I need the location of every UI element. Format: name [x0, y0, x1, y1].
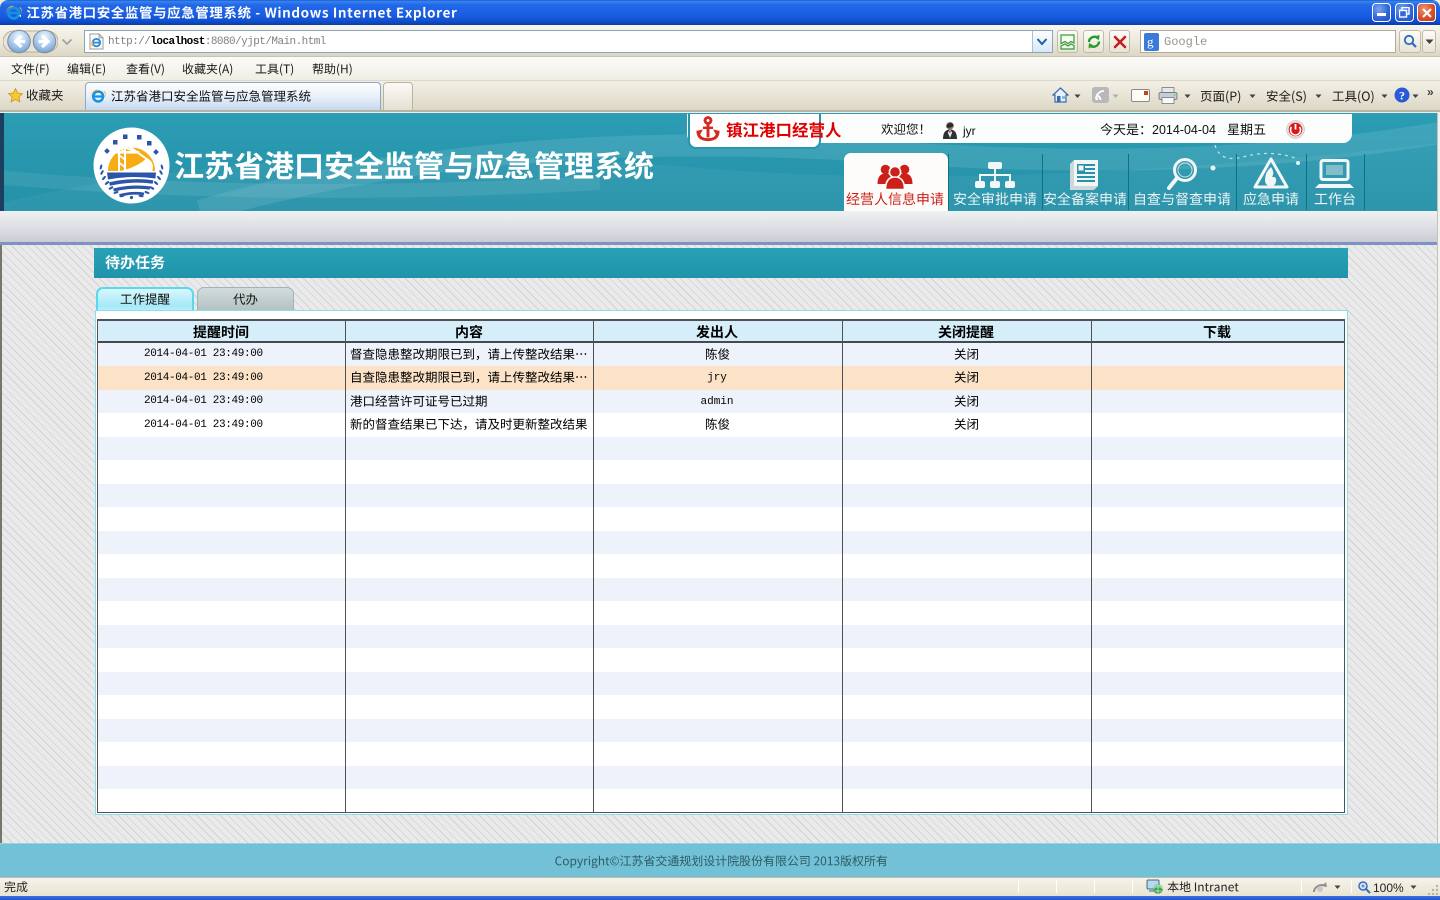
svg-text:?: ?: [1399, 89, 1405, 103]
